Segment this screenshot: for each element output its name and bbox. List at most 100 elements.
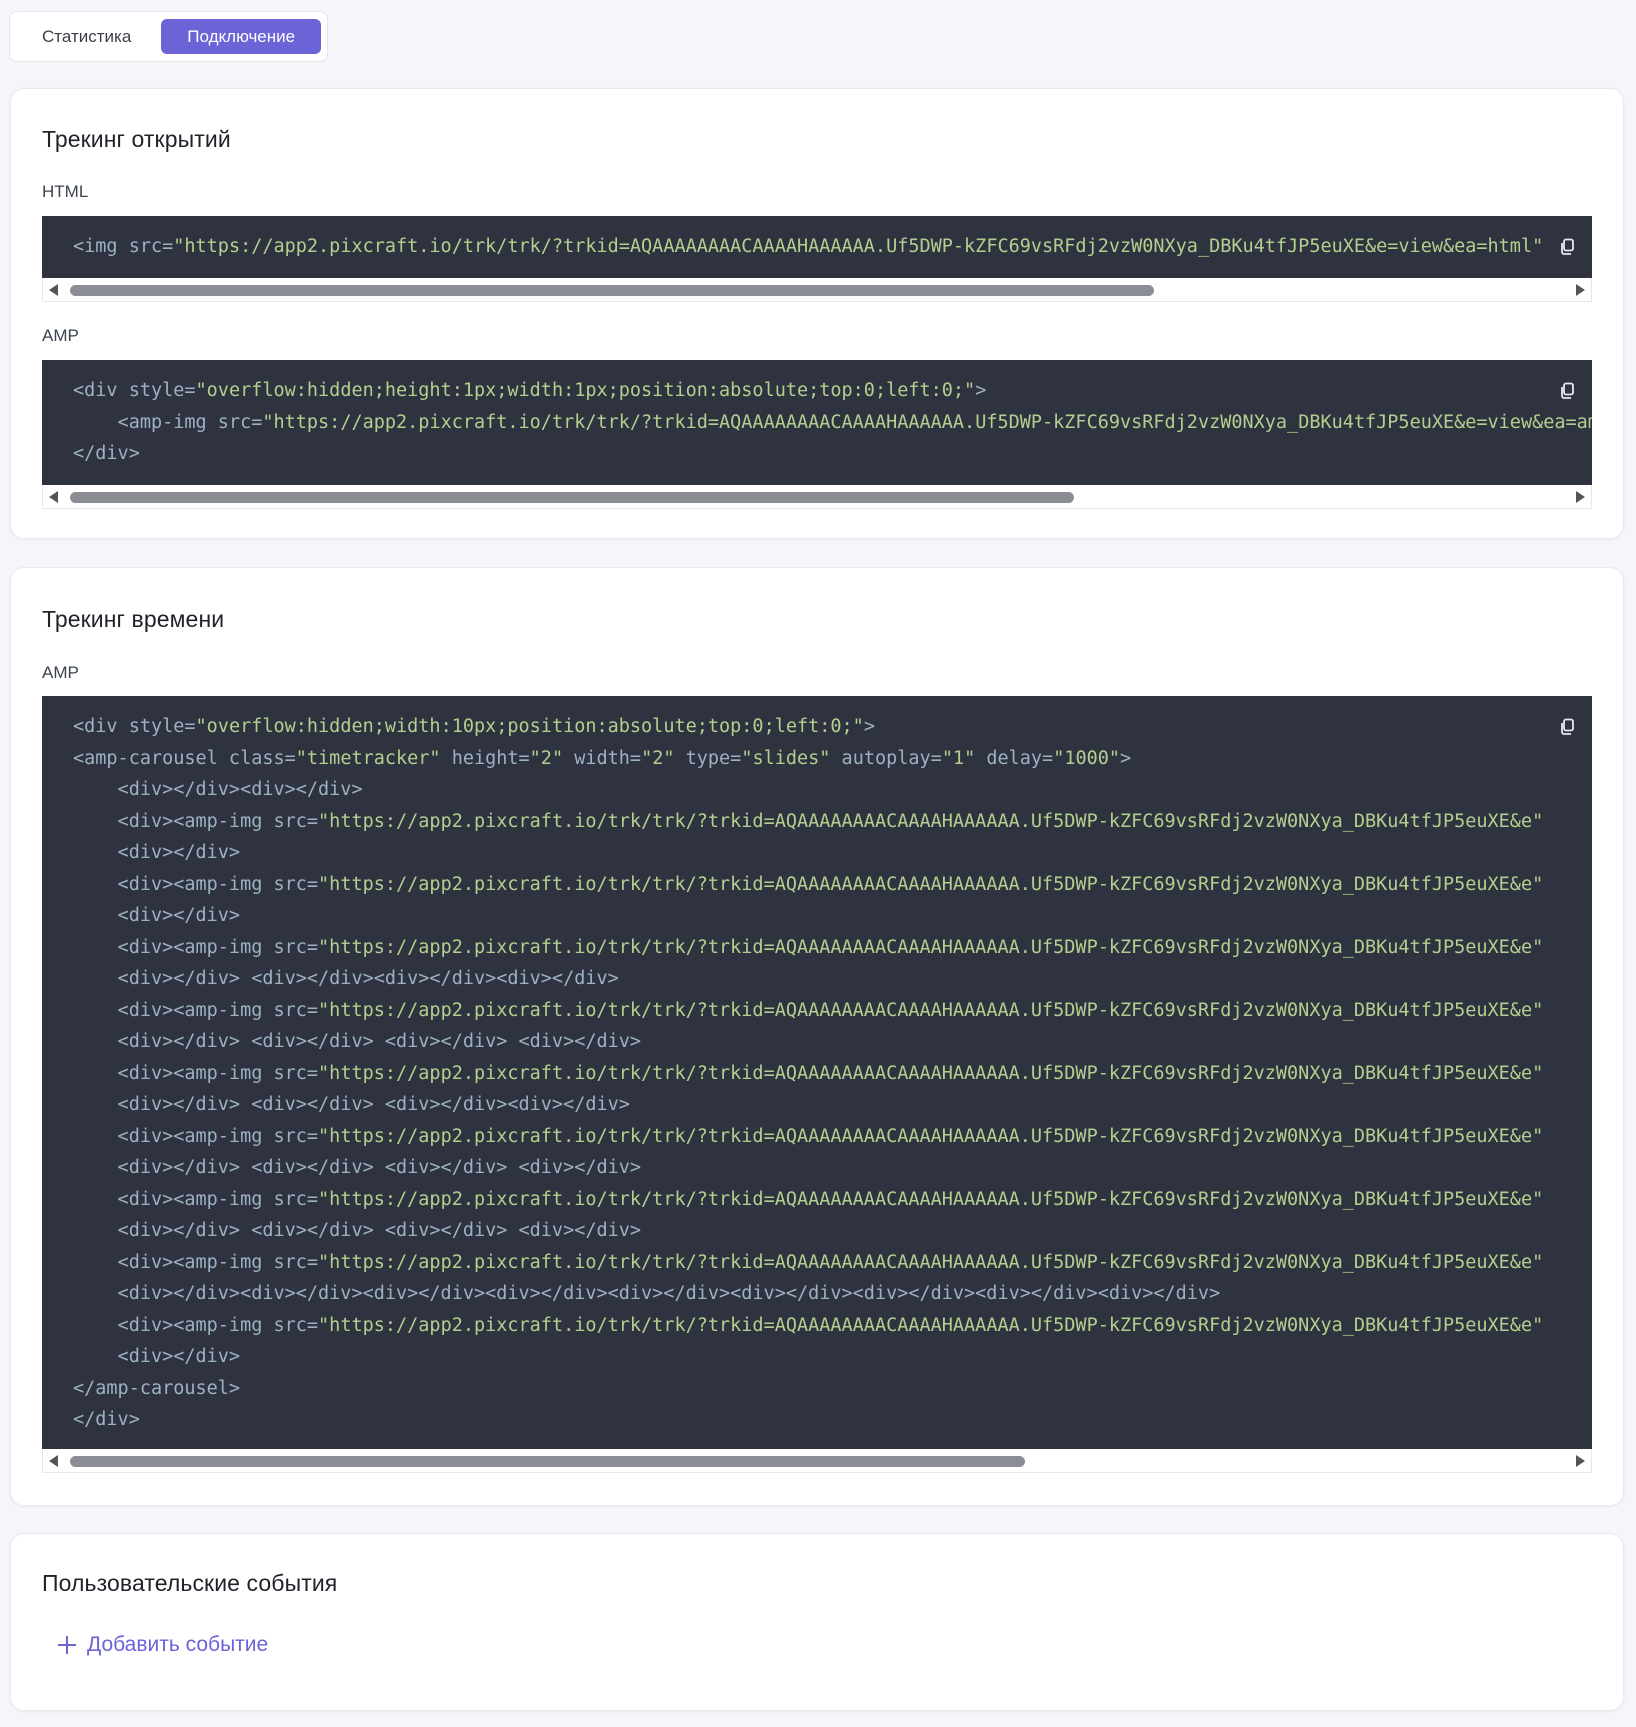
code-tag: <div style= [73,380,196,401]
time-amp-code-scrollbar[interactable] [42,1449,1592,1473]
code-line: <div></div> <div></div> <div></div><div>… [73,1089,1592,1121]
plus-icon [58,1636,76,1654]
code-string: "https://app2.pixcraft.io/trk/trk/?trkid… [318,1125,1544,1147]
copy-amp-button[interactable] [1556,380,1578,402]
scroll-thumb[interactable] [70,1456,1025,1467]
amp-code-scrollbar[interactable] [42,485,1592,509]
time-tracking-title: Трекинг времени [42,606,225,632]
open-tracking-card: Трекинг открытий HTML <img src="https://… [10,88,1624,539]
code-tag: <div style= [73,716,196,737]
code-tag: > [863,716,875,737]
code-line: <div><amp-img src="https://app2.pixcraft… [73,1121,1592,1153]
code-tag: <div></div> <div></div> <div></div><div>… [73,1094,630,1115]
html-label: HTML [42,182,89,201]
code-line: <div></div> <div></div><div></div><div><… [73,963,1592,995]
code-line: <div></div> [73,837,1592,869]
code-tag: <div><amp-img src= [73,1251,319,1273]
copy-icon [1561,238,1574,255]
code-string: "https://app2.pixcraft.io/trk/trk/?trkid… [318,936,1544,958]
code-tag: <div></div> <div></div> <div></div> <div… [73,1031,642,1052]
code-tag: <div><amp-img src= [73,1125,319,1147]
code-line: <div><amp-img src="https://app2.pixcraft… [73,995,1592,1027]
code-tag: > [1120,747,1132,769]
code-tag: <div></div> [73,905,241,926]
code-tag: <div></div> <div></div> <div></div> <div… [73,1157,642,1178]
copy-icon [1561,382,1574,399]
amp-code[interactable]: <div style="overflow:hidden;height:1px;w… [42,360,1592,485]
tab-statistics[interactable]: Статистика [16,19,157,54]
code-line: <div></div> [73,900,1592,932]
code-string: "1000" [1053,747,1121,769]
code-tag: <img src= [73,236,174,257]
code-line: <div style="overflow:hidden;height:1px;w… [73,375,1592,407]
copy-html-button[interactable] [1556,236,1578,258]
code-line: <div><amp-img src="https://app2.pixcraft… [73,869,1592,901]
open-tracking-title: Трекинг открытий [42,126,231,152]
custom-events-card: Пользовательские события Добавить событи… [10,1533,1624,1711]
code-line: <amp-img src="https://app2.pixcraft.io/t… [73,407,1592,439]
code-line: <div></div><div></div><div></div><div></… [73,1278,1592,1310]
amp-label: AMP [42,326,79,345]
amp-code-block: <div style="overflow:hidden;height:1px;w… [42,360,1592,509]
time-tracking-card: Трекинг времени AMP <div style="overflow… [10,567,1624,1506]
code-string: "https://app2.pixcraft.io/trk/trk/?trkid… [318,1062,1544,1084]
code-tag: </amp-carousel> [73,1377,241,1399]
code-tag: <amp-carousel class= [73,747,296,769]
add-event-button[interactable]: Добавить событие [57,1633,268,1657]
scroll-right-arrow-icon[interactable] [1576,1455,1585,1467]
scroll-thumb[interactable] [70,285,1154,296]
code-tag: autoplay= [830,747,942,769]
code-line: <div></div> <div></div> <div></div> <div… [73,1026,1592,1058]
code-tag: </div> [73,1409,140,1430]
html-code-block: <img src="https://app2.pixcraft.io/trk/t… [42,216,1592,302]
html-code-scrollbar[interactable] [42,278,1592,302]
code-string: "https://app2.pixcraft.io/trk/trk/?trkid… [262,411,1592,433]
copy-time-amp-button[interactable] [1556,716,1578,738]
scroll-left-arrow-icon[interactable] [49,284,58,296]
scroll-thumb[interactable] [70,492,1074,503]
code-line: <div></div> <div></div> <div></div> <div… [73,1215,1592,1247]
code-tag: </div> [73,443,140,464]
code-tag: <div><amp-img src= [73,936,319,958]
code-line: </div> [73,438,1592,470]
code-line: <div></div> [73,1341,1592,1373]
time-amp-code-block: <div style="overflow:hidden;width:10px;p… [42,696,1592,1473]
code-string: "https://app2.pixcraft.io/trk/trk/?trkid… [173,236,1544,257]
code-string: "https://app2.pixcraft.io/trk/trk/?trkid… [318,999,1544,1021]
time-amp-label: AMP [42,663,79,682]
scroll-right-arrow-icon[interactable] [1576,284,1585,296]
code-string: "overflow:hidden;height:1px;width:1px;po… [195,380,976,401]
copy-icon [1561,718,1574,735]
code-string: "overflow:hidden;width:10px;position:abs… [195,716,864,737]
code-tag: <div></div> <div></div> <div></div> <div… [73,1220,642,1241]
code-string: "timetracker" [295,747,441,769]
code-tag: <div><amp-img src= [73,1062,319,1084]
scroll-right-arrow-icon[interactable] [1576,491,1585,503]
tab-connection[interactable]: Подключение [161,19,322,54]
scroll-left-arrow-icon[interactable] [49,491,58,503]
code-tag: <div><amp-img src= [73,999,319,1021]
custom-events-title: Пользовательские события [42,1570,338,1596]
code-line: <div><amp-img src="https://app2.pixcraft… [73,1184,1592,1216]
code-line: <div></div><div></div> [73,774,1592,806]
code-string: "https://app2.pixcraft.io/trk/trk/?trkid… [318,1314,1544,1336]
code-tag: <div><amp-img src= [73,1188,319,1210]
code-tag: <div><amp-img src= [73,1314,319,1336]
code-tag: <div></div><div></div> [73,779,363,800]
code-tag: <div><amp-img src= [73,810,319,832]
view-tabs: Статистика Подключение [9,11,329,62]
code-string: "1" [941,747,976,769]
time-amp-code[interactable]: <div style="overflow:hidden;width:10px;p… [42,696,1592,1449]
code-line: <div></div> <div></div> <div></div> <div… [73,1152,1592,1184]
code-line: <div><amp-img src="https://app2.pixcraft… [73,1310,1592,1342]
code-tag: <amp-img src= [73,411,263,433]
scroll-left-arrow-icon[interactable] [49,1455,58,1467]
code-string: "2" [641,747,675,769]
code-line: <div><amp-img src="https://app2.pixcraft… [73,806,1592,838]
code-string: "slides" [741,747,831,769]
code-line: </div> [73,1404,1592,1436]
html-code[interactable]: <img src="https://app2.pixcraft.io/trk/t… [42,216,1592,278]
code-line: </amp-carousel> [73,1373,1592,1405]
code-tag: <div></div> <div></div><div></div><div><… [73,968,619,989]
code-tag: <div></div> [73,842,241,863]
